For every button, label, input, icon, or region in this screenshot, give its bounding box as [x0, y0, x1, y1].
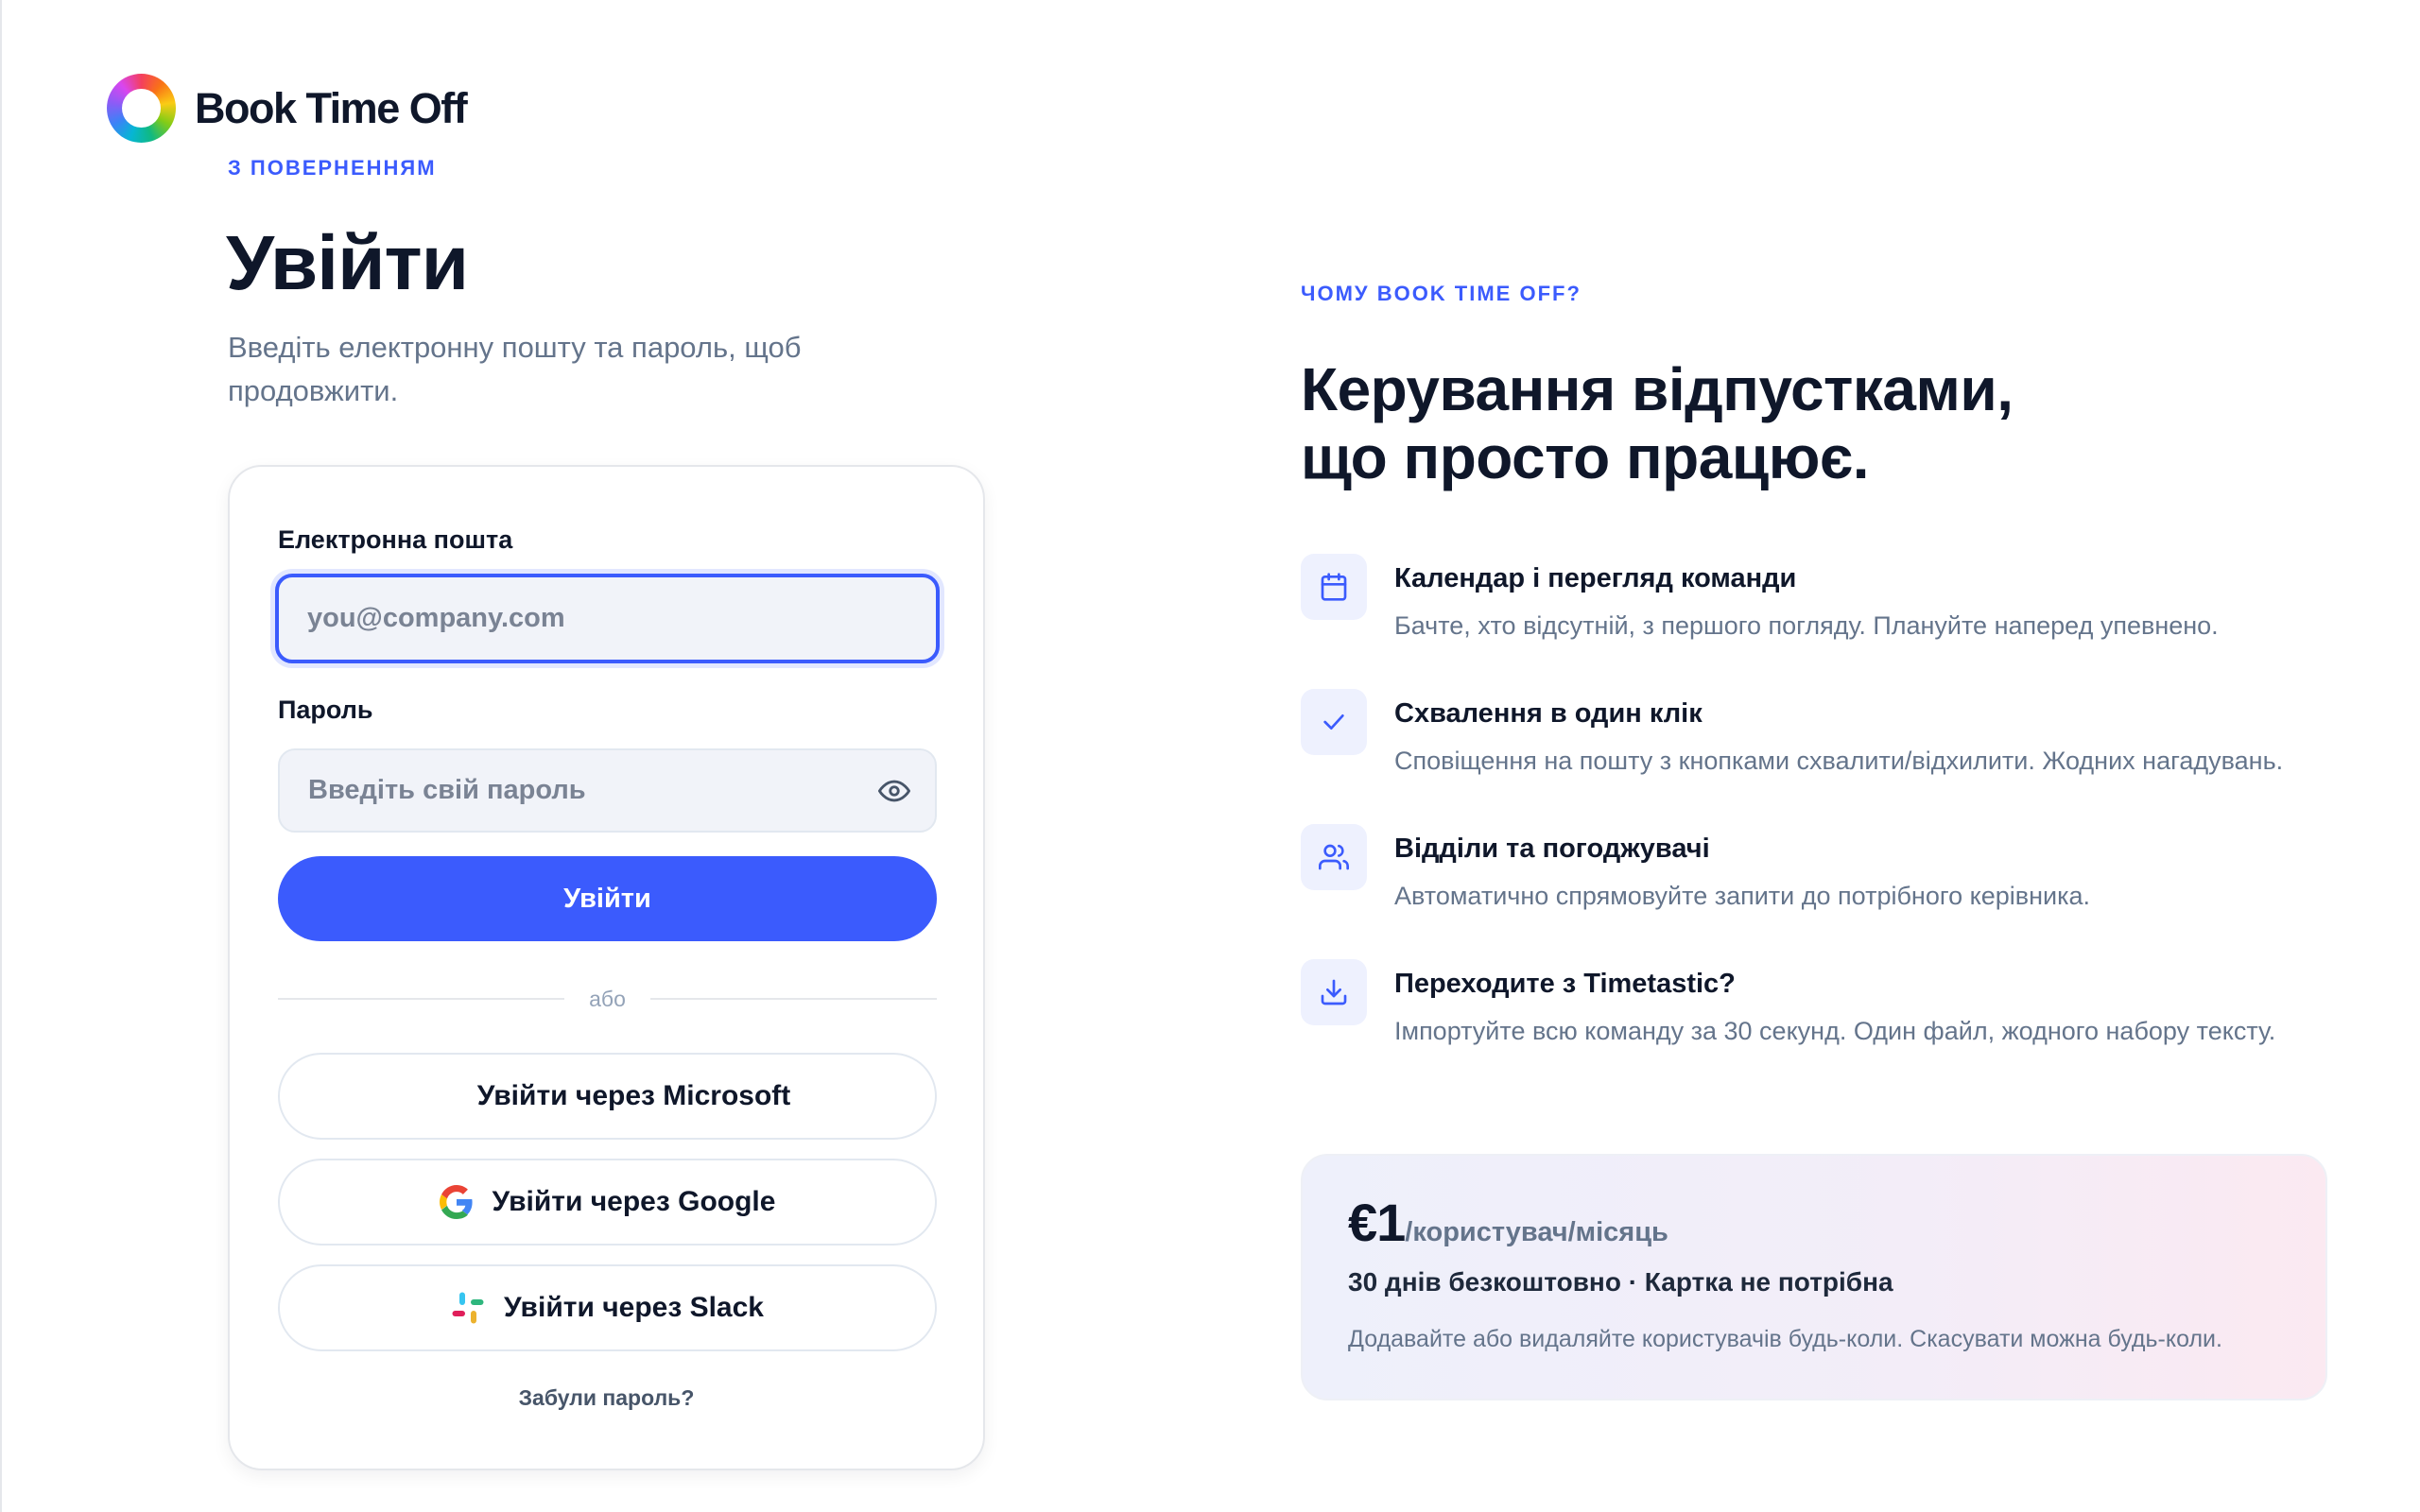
google-icon — [439, 1185, 473, 1219]
feature-icon-tile — [1301, 824, 1367, 890]
email-label: Електронна пошта — [278, 525, 513, 554]
feature-icon-tile — [1301, 959, 1367, 1025]
feature-description: Сповіщення на пошту з кнопками схвалити/… — [1394, 747, 2284, 775]
page-title: Увійти — [226, 220, 469, 306]
welcome-eyebrow: З ПОВЕРНЕННЯМ — [228, 156, 437, 180]
trial-info: 30 днів безкоштовно · Картка не потрібна — [1348, 1267, 1893, 1297]
pricing-card: €1 /користувач/місяць 30 днів безкоштовн… — [1301, 1154, 2327, 1400]
google-sign-in-button[interactable]: Увійти через Google — [278, 1159, 937, 1246]
microsoft-sign-in-label: Увійти через Microsoft — [476, 1080, 791, 1111]
calendar-icon — [1321, 573, 1347, 601]
feature-title: Календар і перегляд команди — [1394, 563, 1797, 593]
feature-title: Відділи та погоджувачі — [1394, 833, 1710, 864]
divider-line — [649, 998, 938, 1000]
pricing-note: Додавайте або видаляйте користувачів буд… — [1348, 1326, 2222, 1352]
feature-icon-tile — [1301, 554, 1367, 620]
price-line: €1 /користувач/місяць — [1348, 1192, 1668, 1253]
eye-icon[interactable] — [878, 775, 910, 807]
sign-in-button[interactable]: Увійти — [278, 856, 937, 941]
price-unit: /користувач/місяць — [1405, 1217, 1668, 1247]
microsoft-sign-in-button[interactable]: Увійти через Microsoft — [278, 1053, 937, 1140]
feature-description: Автоматично спрямовуйте запити до потріб… — [1394, 882, 2091, 910]
google-sign-in-label: Увійти через Google — [492, 1186, 776, 1217]
email-field[interactable]: you@company.com — [275, 574, 940, 663]
why-eyebrow: ЧОМУ BOOK TIME OFF? — [1301, 282, 1582, 305]
page-subtitle: Введіть електронну пошту та пароль, щоб … — [228, 331, 802, 407]
feature-title: Схвалення в один клік — [1394, 698, 1703, 729]
password-label: Пароль — [278, 696, 373, 724]
brand-logo[interactable]: Book Time Off — [107, 74, 468, 143]
slack-sign-in-button[interactable]: Увійти через Slack — [278, 1264, 937, 1351]
hero-title: Керування відпустками, що просто працює. — [1301, 355, 2014, 491]
feature-icon-tile — [1301, 689, 1367, 755]
email-placeholder: you@company.com — [307, 603, 565, 633]
login-card: Електронна пошта you@company.com Пароль … — [228, 465, 985, 1470]
feature-title: Переходите з Timetastic? — [1394, 969, 1736, 999]
or-divider: або — [278, 985, 938, 1013]
hero-title-line-2: що просто працює. — [1301, 423, 1869, 491]
users-icon — [1319, 844, 1349, 870]
window-edge — [0, 0, 2, 1512]
divider-line — [278, 998, 565, 1000]
microsoft-icon — [424, 1079, 458, 1113]
password-field[interactable]: Введіть свій пароль — [278, 748, 937, 833]
hero-title-line-1: Керування відпустками, — [1301, 355, 2014, 423]
divider-text: або — [589, 986, 626, 1011]
feature-description: Бачте, хто відсутній, з першого погляду.… — [1394, 611, 2219, 640]
forgot-password-link[interactable]: Забули пароль? — [230, 1385, 983, 1411]
feature-description: Імпортуйте всю команду за 30 секунд. Оди… — [1394, 1017, 2276, 1045]
slack-icon — [452, 1292, 484, 1324]
price-amount: €1 — [1348, 1193, 1406, 1252]
download-icon — [1321, 979, 1347, 1005]
password-placeholder: Введіть свій пароль — [308, 775, 586, 805]
slack-sign-in-label: Увійти через Slack — [504, 1292, 764, 1323]
logo-ring-icon — [107, 74, 176, 143]
check-icon — [1323, 714, 1344, 730]
brand-name: Book Time Off — [195, 83, 468, 132]
